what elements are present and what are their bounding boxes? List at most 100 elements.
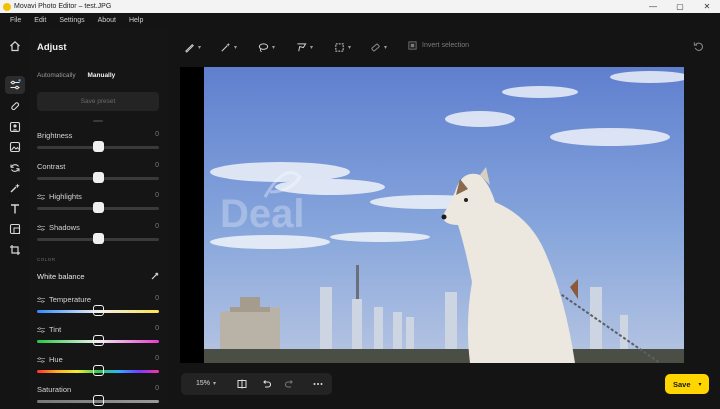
close-button[interactable]: ✕ <box>694 0 720 13</box>
undo-icon[interactable] <box>261 379 271 389</box>
chevron-down-icon: ▾ <box>234 44 238 51</box>
slider-thumb[interactable] <box>93 335 104 346</box>
save-button[interactable]: Save ▾ <box>665 374 709 394</box>
slider-label: Hue <box>37 355 159 364</box>
slider-label: Brightness <box>37 131 159 140</box>
home-icon[interactable] <box>9 40 21 52</box>
slider-value: 0 <box>155 162 159 169</box>
window-title: Movavi Photo Editor – test.JPG <box>14 3 112 10</box>
slider-thumb[interactable] <box>93 395 104 406</box>
adjust-icon <box>10 79 21 90</box>
slider-settings-icon <box>37 193 45 200</box>
slider-tint: Tint 0 <box>37 325 159 349</box>
slider-label: Tint <box>37 325 159 334</box>
compare-icon[interactable] <box>237 379 247 389</box>
mode-switch: Automatically Manually <box>37 72 115 79</box>
slider-label-text: Hue <box>49 355 63 364</box>
menu-settings[interactable]: Settings <box>59 17 84 24</box>
save-label: Save <box>673 379 691 389</box>
invert-selection-label: Invert selection <box>422 42 470 49</box>
save-preset-button[interactable]: Save preset <box>37 92 159 111</box>
adjust-panel: Adjust Automatically Manually Save prese… <box>30 27 168 406</box>
reset-icon[interactable] <box>693 41 704 52</box>
slider-temperature: Temperature 0 <box>37 295 159 319</box>
slider-value: 0 <box>155 295 159 302</box>
white-balance-label: White balance <box>37 272 85 281</box>
mode-manually-tab[interactable]: Manually <box>87 72 115 79</box>
chevron-down-icon: ▾ <box>348 44 352 51</box>
slider-thumb[interactable] <box>93 365 104 376</box>
text-icon[interactable] <box>9 203 21 215</box>
slider-value: 0 <box>155 325 159 332</box>
app-logo-icon <box>3 2 11 11</box>
photo-image: Deal <box>180 67 690 364</box>
brush-tool[interactable]: ▾ <box>184 41 201 53</box>
slider-label: Shadows <box>37 223 159 232</box>
slider-thumb[interactable] <box>93 305 104 316</box>
redo-icon[interactable] <box>285 379 295 389</box>
slider-settings-icon <box>37 356 45 363</box>
slider-label: Contrast <box>37 162 159 171</box>
slider-brightness: Brightness 0 <box>37 131 159 155</box>
maximize-button[interactable]: ▢ <box>667 0 693 13</box>
menu-edit[interactable]: Edit <box>34 17 46 24</box>
watermark-text: Deal <box>220 192 305 236</box>
retouch-icon[interactable] <box>9 100 21 112</box>
crop-icon[interactable] <box>9 244 21 256</box>
invert-selection-button[interactable]: Invert selection <box>408 41 469 50</box>
invert-selection-icon <box>408 41 417 50</box>
panel-title: Adjust <box>37 42 67 53</box>
slider-value: 0 <box>155 355 159 362</box>
slider-label-text: Saturation <box>37 385 72 394</box>
slider-value: 0 <box>155 385 159 392</box>
color-section-label: COLOR <box>37 257 56 262</box>
slider-thumb[interactable] <box>93 233 104 244</box>
chevron-down-icon[interactable]: ▾ <box>699 381 702 388</box>
slider-settings-icon <box>37 224 45 231</box>
slider-contrast: Contrast 0 <box>37 162 159 186</box>
effects-icon[interactable] <box>9 182 21 194</box>
slider-shadows: Shadows 0 <box>37 223 159 247</box>
tool-sidebar <box>0 27 30 405</box>
menu-file[interactable]: File <box>10 17 21 24</box>
eraser-tool[interactable]: ▾ <box>370 41 387 53</box>
panel-drag-handle[interactable] <box>93 120 103 122</box>
zoom-bar: 15% ▾ <box>181 373 332 395</box>
slider-thumb[interactable] <box>93 141 104 152</box>
minimize-button[interactable]: — <box>640 0 666 13</box>
selection-toolbar: ▾ ▾ ▾ ▾ ▾ ▾ Invert selection <box>168 27 720 65</box>
polygon-lasso-tool[interactable]: ▾ <box>296 41 313 53</box>
polygon-lasso-icon <box>297 42 307 51</box>
magic-wand-tool[interactable]: ▾ <box>220 41 237 53</box>
slider-label: Highlights <box>37 192 159 201</box>
photo-canvas[interactable]: Deal <box>180 67 690 364</box>
lasso-tool[interactable]: ▾ <box>258 41 275 53</box>
slider-label-text: Highlights <box>49 192 82 201</box>
brush-icon <box>185 43 194 53</box>
slider-saturation: Saturation 0 <box>37 385 159 409</box>
rectangle-select-icon <box>335 42 344 52</box>
magic-wand-icon <box>221 42 231 52</box>
slider-thumb[interactable] <box>93 202 104 213</box>
more-options-icon[interactable] <box>313 379 323 389</box>
chevron-down-icon: ▾ <box>384 44 388 51</box>
portrait-icon[interactable] <box>9 121 21 133</box>
menu-bar: File Edit Settings About Help <box>0 13 720 27</box>
slider-thumb[interactable] <box>93 172 104 183</box>
replace-icon[interactable] <box>9 162 21 174</box>
image-icon[interactable] <box>9 141 21 153</box>
chevron-down-icon: ▾ <box>272 44 276 51</box>
mode-automatically-tab[interactable]: Automatically <box>37 72 76 79</box>
zoom-chevron-down-icon[interactable]: ▾ <box>213 380 216 387</box>
slider-value: 0 <box>155 192 159 199</box>
slider-label-text: Tint <box>49 325 62 334</box>
eyedropper-icon[interactable] <box>151 272 159 280</box>
menu-help[interactable]: Help <box>129 17 143 24</box>
slider-value: 0 <box>155 131 159 138</box>
menu-about[interactable]: About <box>98 17 116 24</box>
crop-frame-icon[interactable] <box>9 223 21 235</box>
rectangle-select-tool[interactable]: ▾ <box>334 41 351 53</box>
zoom-level[interactable]: 15% <box>196 380 210 387</box>
lasso-icon <box>258 42 269 52</box>
slider-label-text: Temperature <box>49 295 92 304</box>
